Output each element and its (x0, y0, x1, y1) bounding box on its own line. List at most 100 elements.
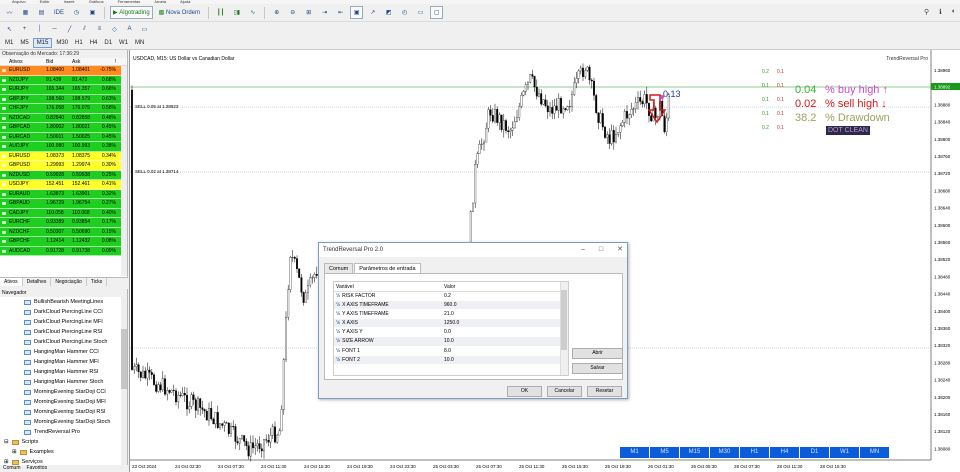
col-ask[interactable]: Ask (72, 58, 98, 65)
trendline-icon[interactable]: ╱ (63, 23, 76, 36)
search-icon[interactable]: ⚲ (924, 8, 929, 16)
market-watch-row[interactable]: NZDJPY 91.439 91.472 0.68% (0, 75, 127, 85)
chart-tf-h4[interactable]: H4 (770, 447, 799, 458)
parameter-value[interactable]: 1250.0 (444, 319, 554, 327)
col-symbol[interactable]: Ativos (0, 58, 46, 65)
market-watch-row[interactable]: EURUSD 1.08400 1.08401 -0.75% (0, 66, 127, 76)
chart-tf-m30[interactable]: M30 (710, 447, 739, 458)
timeframe-h1[interactable]: H1 (72, 39, 86, 47)
market-watch-row[interactable]: NZDCAD 0.82840 0.82858 0.48% (0, 113, 127, 123)
navigator-scroll-thumb[interactable] (121, 329, 127, 389)
new-order-button[interactable]: ▩ Nova Ordem (156, 6, 203, 19)
periods-icon[interactable]: ◴ (398, 6, 411, 19)
timeframe-mn[interactable]: MN (132, 39, 147, 47)
nav-item-examples[interactable]: ⊞ Examples (0, 447, 127, 457)
market-watch-row[interactable]: CADJPY 110.058 110.068 0.40% (0, 208, 127, 218)
chart-tf-mn[interactable]: MN (860, 447, 889, 458)
market-watch-row[interactable]: GBPJPY 198.560 198.579 0.63% (0, 94, 127, 104)
open-button[interactable]: Abrir (572, 348, 623, 359)
market-watch-tab[interactable]: Detalhes (23, 278, 52, 286)
nav-item-indicator[interactable]: DarkCloud PiercingLine Stoch (24, 337, 127, 347)
market-watch-row[interactable]: GBPAUD 1.96729 1.96754 0.27% (0, 199, 127, 209)
signals-icon[interactable]: ℹ (939, 8, 942, 16)
parameter-row[interactable]: ½ SIZE ARROW 10.0 (334, 337, 568, 347)
market-watch-row[interactable]: GBPCAD 1.80002 1.80021 0.45% (0, 123, 127, 133)
chart-tf-w1[interactable]: W1 (830, 447, 859, 458)
timeframe-w1[interactable]: W1 (116, 39, 131, 47)
parameter-value[interactable]: 0.2 (444, 292, 554, 300)
parameter-value[interactable]: 0.0 (444, 328, 554, 336)
parameter-value[interactable]: 8.0 (444, 347, 554, 355)
channel-icon[interactable]: ⫽ (78, 23, 91, 36)
nav-item-indicator[interactable]: HangingMan Hammer MFI (24, 357, 127, 367)
indicators-icon[interactable]: ↗ (366, 6, 379, 19)
chart-shift-icon[interactable]: ⇤ (334, 6, 347, 19)
timeframe-h4[interactable]: H4 (87, 39, 101, 47)
parameter-row[interactable]: ½X AXIS 1250.0 (334, 319, 568, 329)
parameter-row[interactable]: ½Y AXIS TIMEFRAME 21.0 (334, 310, 568, 320)
candlestick-icon[interactable]: ▯▮ (230, 6, 243, 19)
nav-item-indicator[interactable]: HangingMan Hammer RSI (24, 367, 127, 377)
market-watch-row[interactable]: NZDUSD 0.59928 0.59938 0.25% (0, 170, 127, 180)
chart-tf-m1[interactable]: M1 (620, 447, 649, 458)
nav-item-indicator[interactable]: HangingMan Hammer CCI (24, 347, 127, 357)
objects-icon[interactable]: ◩ (382, 6, 395, 19)
parameters-scroll-thumb[interactable] (561, 290, 567, 350)
cursor-icon[interactable]: ↖ (3, 23, 16, 36)
timeframe-m1[interactable]: M1 (2, 39, 16, 47)
market-watch-tab[interactable]: Ticks (87, 278, 108, 286)
parameter-row[interactable]: ½ FONT 2 10.0 (334, 355, 568, 365)
col-value[interactable]: Valor (444, 282, 554, 291)
chart-tf-m5[interactable]: M5 (650, 447, 679, 458)
dot-clean-button[interactable]: DOT CLEAN (826, 126, 870, 135)
tile-icon[interactable]: ▣ (350, 6, 364, 19)
text-icon[interactable]: A (123, 23, 136, 36)
parameter-row[interactable]: ½Y AXIS Y 0.0 (334, 328, 568, 338)
zoom-out-icon[interactable]: ⊖ (286, 6, 299, 19)
timeframe-m30[interactable]: M30 (53, 39, 71, 47)
account-icon[interactable]: ◐ (952, 8, 956, 16)
template-icon[interactable]: ▤ (35, 6, 48, 19)
timeframe-m5[interactable]: M5 (17, 39, 31, 47)
history-icon[interactable]: ◷ (70, 6, 83, 19)
col-change[interactable]: ! (98, 58, 124, 65)
market-watch-scrollbar[interactable] (121, 66, 127, 276)
parameter-value[interactable]: 10.0 (444, 337, 554, 345)
tab-comum[interactable]: Comum (3, 465, 21, 472)
nav-item-trendreversal[interactable]: TrendReversal Pro (0, 427, 127, 437)
nav-item-scripts[interactable]: ⊟ Scripts (0, 437, 127, 447)
vertical-line-icon[interactable]: │ (33, 23, 46, 36)
reset-button[interactable]: Resetar (587, 386, 622, 397)
nav-item-indicator[interactable]: BullishBearish MeetingLines (24, 297, 127, 307)
timeframe-m15[interactable]: M15 (32, 37, 53, 48)
label-icon[interactable]: ▭ (138, 23, 151, 36)
market-watch-row[interactable]: GBPCHF 1.12414 1.12432 0.08% (0, 237, 127, 247)
nav-item-indicator[interactable]: MorningEvening StarDoji MFI (24, 397, 127, 407)
cancel-button[interactable]: Cancelar (547, 386, 582, 397)
nav-item-indicator[interactable]: DarkCloud PiercingLine MFI (24, 317, 127, 327)
autoscroll-icon[interactable]: ⇥ (318, 6, 331, 19)
shapes-icon[interactable]: ◇ (108, 23, 121, 36)
market-watch-row[interactable]: EURCAD 1.50011 1.50025 0.45% (0, 132, 127, 142)
screenshot-icon[interactable]: ▢ (430, 6, 444, 19)
nav-item-indicator[interactable]: HangingMan Hammer Stoch (24, 377, 127, 387)
new-chart-icon[interactable]: 〰 (3, 6, 16, 19)
profiles-icon[interactable]: ▦ (19, 6, 32, 19)
market-watch-tab[interactable]: Ativos (0, 278, 23, 286)
timeframe-d1[interactable]: D1 (101, 39, 115, 47)
nav-item-indicator[interactable]: MorningEvening StarDoji RSI (24, 407, 127, 417)
market-watch-row[interactable]: EURCHF 0.93389 0.93854 0.17% (0, 218, 127, 228)
strategy-tester-icon[interactable]: ▣ (86, 6, 99, 19)
nav-item-indicator[interactable]: DarkCloud PiercingLine RSI (24, 327, 127, 337)
tab-favoritos[interactable]: Favoritos (27, 465, 48, 472)
ok-button[interactable]: OK (507, 386, 542, 397)
crosshair-icon[interactable]: + (18, 23, 31, 36)
market-watch-row[interactable]: CHFJPY 176.058 176.075 0.58% (0, 104, 127, 114)
col-variable[interactable]: Variável (334, 282, 444, 291)
line-chart-icon[interactable]: ∿ (246, 6, 259, 19)
market-watch-row[interactable]: NZDCHF 0.50307 0.50690 0.15% (0, 227, 127, 237)
parameter-row[interactable]: ½ FONT 1 8.0 (334, 346, 568, 356)
parameter-row[interactable]: ½X AXIS TIMEFRAME 960.0 (334, 301, 568, 311)
templates-icon[interactable]: ▭ (414, 6, 427, 19)
dialog-titlebar[interactable]: TrendReversal Pro 2.0 – □ ✕ (319, 243, 627, 257)
